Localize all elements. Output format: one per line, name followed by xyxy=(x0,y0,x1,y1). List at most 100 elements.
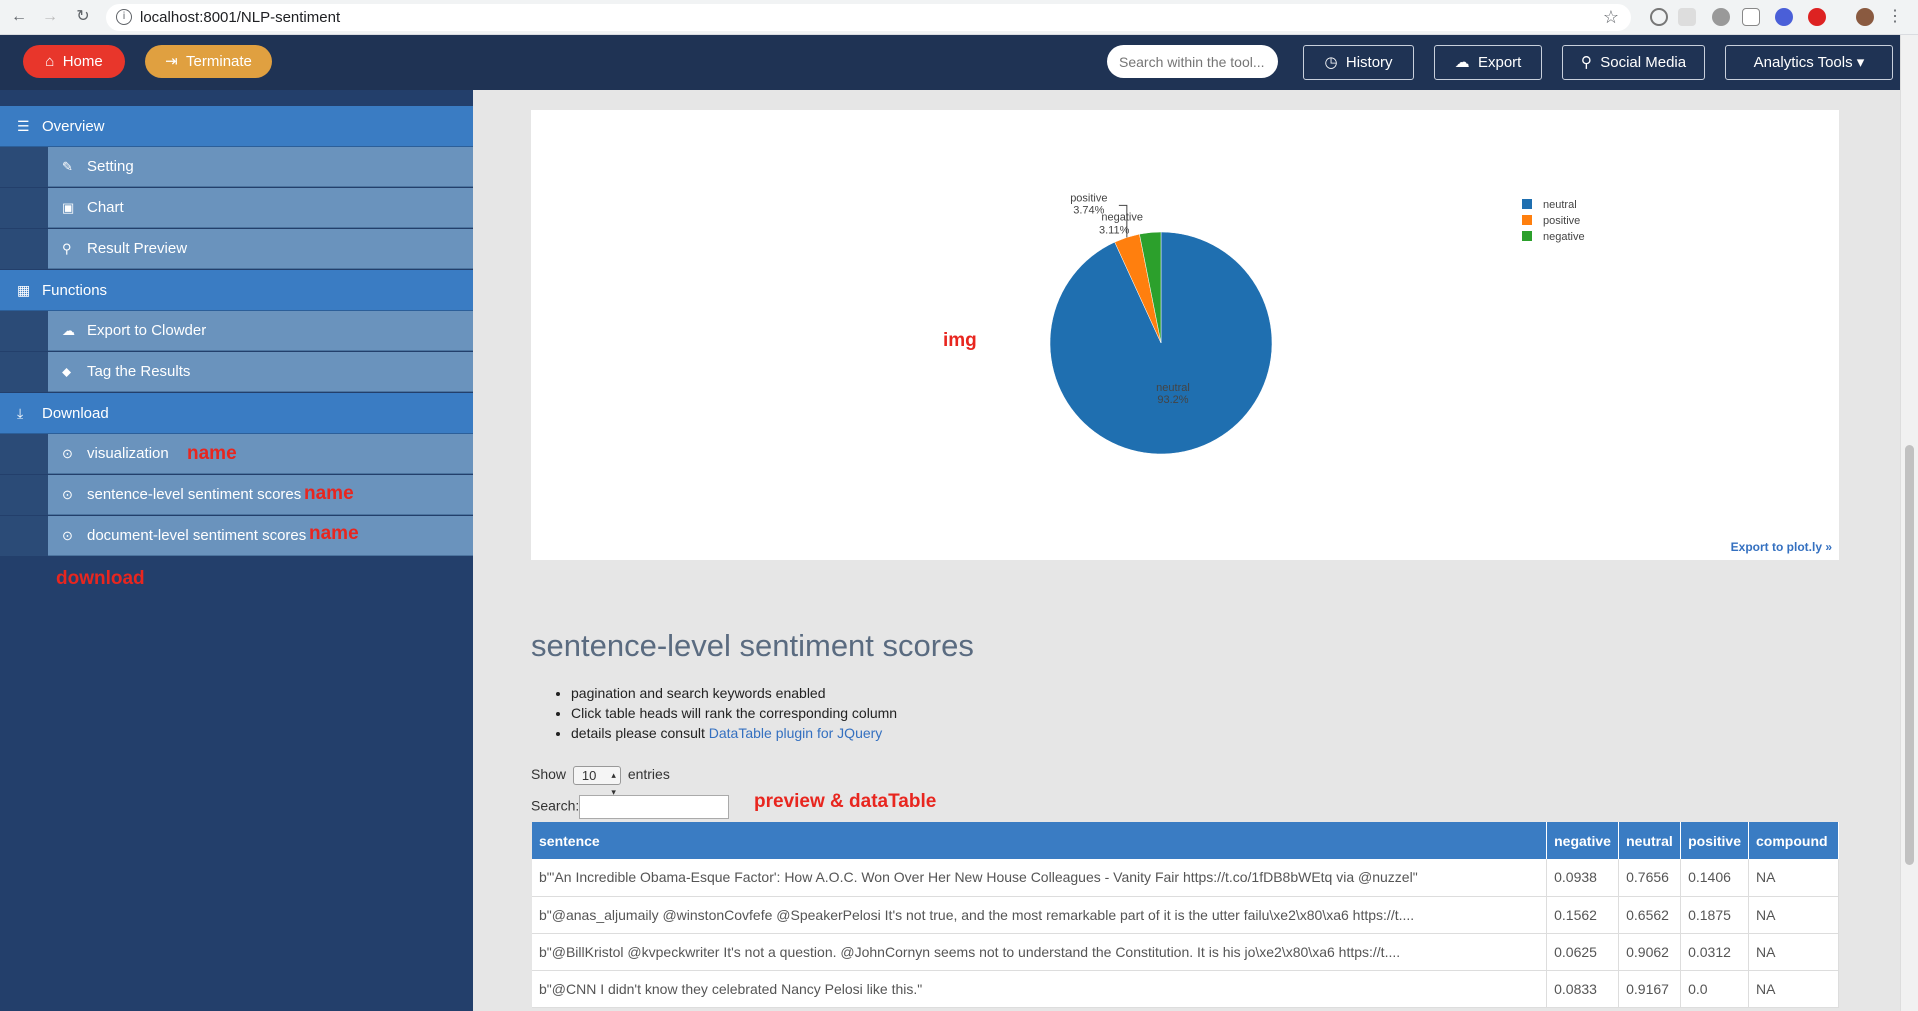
extension-icon[interactable] xyxy=(1775,8,1793,26)
setting-label: Setting xyxy=(87,158,134,175)
search-icon: ⚲ xyxy=(1580,54,1592,71)
sentence-scores-label: sentence-level sentiment scores xyxy=(87,486,302,503)
extension-icon[interactable] xyxy=(1712,8,1730,26)
reload-icon[interactable]: ↻ xyxy=(73,7,93,27)
forward-icon[interactable]: → xyxy=(40,7,60,27)
address-bar[interactable]: i localhost:8001/NLP-sentiment ☆ xyxy=(106,4,1631,31)
export-plotly-link[interactable]: Export to plot.ly » xyxy=(1731,540,1832,554)
sidebar-item-export-clowder[interactable]: ☁ Export to Clowder xyxy=(48,311,473,351)
column-header-positive[interactable]: positive xyxy=(1680,822,1749,859)
clock-icon: ◷ xyxy=(1324,54,1338,71)
entries-value: 10 xyxy=(581,768,597,783)
pie-chart: neutral93.2%positive3.74%negative3.11%ne… xyxy=(1049,192,1585,455)
logout-icon: ⇥ xyxy=(165,53,178,70)
export-button[interactable]: ☁ Export xyxy=(1434,45,1542,80)
extension-icon[interactable] xyxy=(1678,8,1696,26)
sidebar-item-document-scores[interactable]: ⊙ document-level sentiment scores xyxy=(48,516,473,556)
cell-negative: 0.0833 xyxy=(1546,970,1620,1008)
list-icon: ☰ xyxy=(17,118,30,134)
browser-menu-icon[interactable]: ⋮ xyxy=(1885,7,1905,27)
cell-compound: NA xyxy=(1748,933,1839,971)
sidebar-indent xyxy=(0,475,48,515)
slice-label-positive-pct: 3.74% xyxy=(1073,204,1104,216)
sentiment-table: sentence negative neutral positive compo… xyxy=(532,822,1839,1008)
export-label: Export xyxy=(1477,54,1522,71)
info-list: pagination and search keywords enabled C… xyxy=(571,683,897,743)
table-row: b"@anas_aljumaily @winstonCovfefe @Speak… xyxy=(532,896,1839,934)
column-header-negative[interactable]: negative xyxy=(1546,822,1620,859)
legend-swatch-positive[interactable] xyxy=(1522,215,1532,225)
slice-label-negative: negative xyxy=(1101,212,1143,224)
bookmark-star-icon[interactable]: ☆ xyxy=(1603,7,1619,28)
terminate-button[interactable]: ⇥ Terminate xyxy=(145,45,272,78)
sidebar-item-setting[interactable]: ✎ Setting xyxy=(48,147,473,187)
extension-icon[interactable] xyxy=(1742,8,1760,26)
sidebar-item-tag-results[interactable]: ⬥ Tag the Results xyxy=(48,352,473,392)
result-preview-label: Result Preview xyxy=(87,240,188,257)
extension-icon[interactable] xyxy=(1650,8,1668,26)
cell-negative: 0.0625 xyxy=(1546,933,1620,971)
sidebar-item-sentence-scores[interactable]: ⊙ sentence-level sentiment scores xyxy=(48,475,473,515)
cell-compound: NA xyxy=(1748,970,1839,1008)
sidebar-indent xyxy=(0,229,48,269)
legend-label-neutral: neutral xyxy=(1543,199,1577,211)
column-header-sentence[interactable]: sentence xyxy=(532,822,1548,859)
info-icon[interactable]: i xyxy=(116,9,132,25)
extension-icon[interactable] xyxy=(1808,8,1826,26)
show-label: Show xyxy=(531,766,567,783)
cell-negative: 0.1562 xyxy=(1546,896,1620,934)
slice-label-neutral: neutral xyxy=(1156,382,1190,394)
chart-card: neutral 93.2% positive 3.74% negative 3.11% ne… xyxy=(531,110,1839,560)
legend-swatch-negative[interactable] xyxy=(1522,231,1532,241)
slice-label-positive: positive xyxy=(1070,192,1107,204)
wrench-icon: ✎ xyxy=(62,159,73,174)
page-scrollbar[interactable] xyxy=(1900,35,1918,1011)
tag-icon: ⬥ xyxy=(62,364,72,379)
entries-select[interactable]: 10 ▴ ▾ xyxy=(572,766,621,797)
scroll-thumb[interactable] xyxy=(1905,445,1914,865)
cell-sentence: b"@BillKristol @kvpeckwriter It's not a … xyxy=(532,933,1548,971)
analytics-tools-dropdown[interactable]: Analytics Tools ▾ xyxy=(1725,45,1893,80)
column-header-compound[interactable]: compound xyxy=(1748,822,1839,859)
sidebar-item-result-preview[interactable]: ⚲ Result Preview xyxy=(48,229,473,269)
main-content: neutral 93.2% positive 3.74% negative 3.11% ne… xyxy=(473,90,1900,1011)
legend-label-positive: positive xyxy=(1543,215,1580,227)
social-media-button[interactable]: ⚲ Social Media xyxy=(1562,45,1705,80)
sidebar-section-functions[interactable]: ▦ Functions xyxy=(0,270,473,311)
cell-sentence: b"@anas_aljumaily @winstonCovfefe @Speak… xyxy=(532,896,1548,934)
cloud-icon: ☁ xyxy=(1454,54,1470,71)
table-search-input[interactable] xyxy=(579,795,730,819)
legend-label-negative: negative xyxy=(1543,231,1585,243)
cell-negative: 0.0938 xyxy=(1546,859,1620,897)
column-header-neutral[interactable]: neutral xyxy=(1618,822,1682,859)
sidebar-item-chart[interactable]: ▣ Chart xyxy=(48,188,473,228)
avatar[interactable] xyxy=(1856,8,1874,26)
sidebar-section-overview[interactable]: ☰ Overview xyxy=(0,106,473,147)
home-button[interactable]: ⌂ Home xyxy=(23,45,125,78)
datatable-link[interactable]: DataTable plugin for JQuery xyxy=(709,725,883,741)
show-entries-control: Show 10 ▴ ▾ entries xyxy=(531,766,670,797)
download-icon: ⤓ xyxy=(17,405,24,421)
legend-swatch-neutral[interactable] xyxy=(1522,199,1532,209)
sidebar-section-download[interactable]: ⤓ Download xyxy=(0,393,473,434)
caret-down-icon: ▾ xyxy=(1856,54,1865,71)
tool-search-input[interactable] xyxy=(1107,45,1278,78)
table-search: Search: xyxy=(531,795,730,819)
section-title: sentence-level sentiment scores xyxy=(531,628,974,663)
document-scores-label: document-level sentiment scores xyxy=(87,527,307,544)
sidebar-indent xyxy=(0,434,48,474)
sidebar-indent xyxy=(0,147,48,187)
annotation-img: img xyxy=(943,330,977,351)
overview-label: Overview xyxy=(42,118,105,135)
terminate-label: Terminate xyxy=(186,53,252,70)
history-button[interactable]: ◷ History xyxy=(1303,45,1414,80)
slice-label-negative-pct: 3.11% xyxy=(1099,225,1130,237)
table-row: b"@CNN I didn't know they celebrated Nan… xyxy=(532,970,1839,1008)
download-label: Download xyxy=(42,405,109,422)
tag-results-label: Tag the Results xyxy=(87,363,191,380)
cell-neutral: 0.9062 xyxy=(1618,933,1682,971)
back-icon[interactable]: ← xyxy=(9,7,29,27)
sidebar-item-visualization[interactable]: ⊙ visualization xyxy=(48,434,473,474)
cell-compound: NA xyxy=(1748,896,1839,934)
url-text: localhost:8001/NLP-sentiment xyxy=(140,9,341,26)
